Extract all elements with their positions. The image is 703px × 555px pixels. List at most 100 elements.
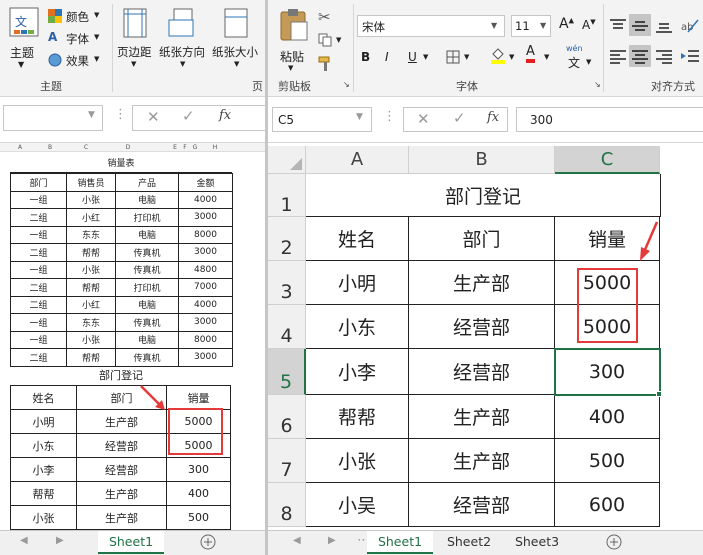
title-cell[interactable]: 部门登记 [306, 174, 661, 217]
tab-prev-icon[interactable]: ◀ [293, 535, 301, 546]
dept-cell[interactable]: 帮帮 [10, 481, 77, 506]
dept-cell[interactable]: 300 [166, 457, 231, 482]
tab-next-icon[interactable]: ▶ [328, 535, 336, 546]
data-cell[interactable]: 生产部 [409, 261, 555, 305]
format-painter-icon[interactable] [318, 56, 334, 72]
indent-icon[interactable] [680, 49, 700, 65]
dept-cell[interactable]: 生产部 [76, 481, 167, 506]
sales-cell[interactable]: 打印机 [115, 208, 179, 227]
chevron-down-icon[interactable]: ▼ [423, 53, 428, 61]
sales-cell[interactable]: 二组 [10, 348, 67, 367]
underline-button[interactable]: U [408, 50, 417, 64]
data-cell[interactable]: 400 [555, 395, 660, 439]
sales-cell[interactable]: 小红 [66, 295, 116, 314]
mini-row-number[interactable] [0, 444, 10, 454]
dept-cell[interactable]: 小东 [10, 433, 77, 458]
fonts-button[interactable]: A 字体 ▼ [48, 30, 108, 48]
mini-row-number[interactable] [0, 257, 10, 267]
chevron-down-icon[interactable]: ▼ [586, 58, 591, 66]
orientation-angle-icon[interactable]: ab [680, 16, 700, 34]
chevron-down-icon[interactable]: ▼ [88, 110, 95, 120]
tab-sheet1[interactable]: Sheet1 [98, 531, 164, 554]
mini-row-number[interactable] [0, 376, 10, 386]
sales-cell[interactable]: 东东 [66, 313, 116, 332]
size-button[interactable]: 纸张大小 ▼ [210, 4, 265, 74]
mini-row-number[interactable] [0, 223, 10, 233]
sales-cell[interactable]: 电脑 [115, 295, 179, 314]
mini-row-number[interactable] [0, 359, 10, 369]
tab-next-icon[interactable]: ▶ [56, 535, 64, 546]
data-cell[interactable]: 小东 [306, 305, 409, 349]
sales-cell[interactable]: 3000 [178, 313, 233, 332]
sales-cell[interactable]: 3000 [178, 348, 233, 367]
copy-icon[interactable] [318, 33, 332, 47]
mini-row-number[interactable] [0, 274, 10, 284]
data-cell[interactable]: 经营部 [409, 483, 555, 527]
mini-column-letter[interactable]: G [185, 143, 205, 152]
row-header-4[interactable]: 4 [268, 305, 306, 349]
mini-row-number[interactable] [0, 240, 10, 250]
themes-button[interactable]: 文 主题 ▼ [4, 4, 44, 74]
mini-row-number[interactable] [0, 410, 10, 420]
mini-row-number[interactable] [0, 172, 10, 182]
sales-cell[interactable]: 小张 [66, 190, 116, 209]
tab-prev-icon[interactable]: ◀ [20, 535, 28, 546]
sales-cell[interactable]: 传真机 [115, 348, 179, 367]
row-header-7[interactable]: 7 [268, 439, 306, 483]
chevron-down-icon[interactable]: ▼ [491, 21, 497, 30]
mini-row-number[interactable] [0, 325, 10, 335]
sales-cell[interactable]: 电脑 [115, 190, 179, 209]
sales-cell[interactable]: 一组 [10, 190, 67, 209]
sales-cell[interactable]: 4000 [178, 190, 233, 209]
sales-cell[interactable]: 传真机 [115, 243, 179, 262]
sales-cell[interactable]: 帮帮 [66, 348, 116, 367]
sales-cell[interactable]: 3000 [178, 243, 233, 262]
mini-row-number[interactable] [0, 308, 10, 318]
mini-row-number[interactable] [0, 189, 10, 199]
mini-row-number[interactable] [0, 155, 10, 165]
mini-row-number[interactable] [0, 495, 10, 505]
dept-cell[interactable]: 小李 [10, 457, 77, 482]
dept-cell[interactable]: 生产部 [76, 505, 167, 530]
chevron-down-icon[interactable]: ▼ [544, 53, 549, 61]
effects-button[interactable]: 效果 ▼ [48, 52, 108, 70]
sales-cell[interactable]: 二组 [10, 295, 67, 314]
paste-button[interactable]: 粘贴 ▼ [274, 4, 314, 74]
align-left-icon[interactable] [609, 49, 627, 65]
margins-button[interactable]: 页边距 ▼ [114, 4, 156, 74]
dept-cell[interactable]: 经营部 [76, 433, 167, 458]
dialog-launcher-icon[interactable]: ↘ [343, 80, 350, 89]
mini-column-letter[interactable]: A [10, 143, 30, 152]
enter-icon[interactable]: ✓ [182, 107, 195, 125]
mini-column-letter[interactable]: C [76, 143, 96, 152]
enter-icon[interactable]: ✓ [453, 109, 466, 127]
mini-row-number[interactable] [0, 291, 10, 301]
dept-cell[interactable]: 500 [166, 505, 231, 530]
dept-cell[interactable]: 小张 [10, 505, 77, 530]
tab-sheet2[interactable]: Sheet2 [436, 531, 502, 554]
data-cell[interactable]: 帮帮 [306, 395, 409, 439]
header-cell[interactable]: 部门 [409, 217, 555, 261]
mini-row-number[interactable] [0, 393, 10, 403]
add-sheet-icon[interactable] [606, 534, 622, 550]
sales-cell[interactable]: 东东 [66, 225, 116, 244]
data-cell[interactable]: 经营部 [409, 305, 555, 349]
sales-cell[interactable]: 二组 [10, 278, 67, 297]
add-sheet-icon[interactable] [200, 534, 216, 550]
dept-cell[interactable]: 400 [166, 481, 231, 506]
sales-cell[interactable]: 一组 [10, 313, 67, 332]
borders-icon[interactable] [446, 50, 460, 64]
increase-font-icon[interactable]: A▲ [559, 16, 574, 32]
sales-cell[interactable]: 一组 [10, 330, 67, 349]
sales-cell[interactable]: 传真机 [115, 260, 179, 279]
sales-cell[interactable]: 7000 [178, 278, 233, 297]
sales-cell[interactable]: 打印机 [115, 278, 179, 297]
row-header-8[interactable]: 8 [268, 483, 306, 527]
colors-button[interactable]: 颜色 ▼ [48, 8, 108, 26]
data-cell[interactable]: 小张 [306, 439, 409, 483]
sales-cell[interactable]: 8000 [178, 330, 233, 349]
mini-row-number[interactable] [0, 427, 10, 437]
dialog-launcher-icon[interactable]: ↘ [594, 80, 601, 89]
sales-cell[interactable]: 电脑 [115, 330, 179, 349]
row-header-6[interactable]: 6 [268, 395, 306, 439]
